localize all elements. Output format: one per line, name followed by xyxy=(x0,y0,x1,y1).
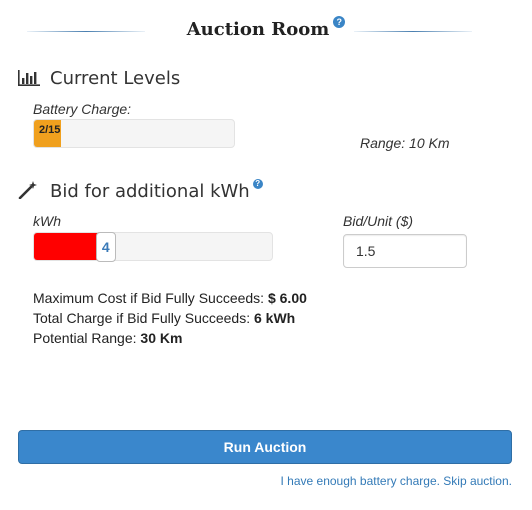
skip-auction-link[interactable]: I have enough battery charge. Skip aucti… xyxy=(281,474,513,488)
battery-charge-bar: 2/15 xyxy=(33,119,235,148)
max-cost-line: Maximum Cost if Bid Fully Succeeds: $ 6.… xyxy=(33,288,307,308)
question-circle-icon[interactable]: ? xyxy=(252,179,263,189)
current-levels-title: Current Levels xyxy=(50,68,181,89)
kwh-slider-handle[interactable]: 4 xyxy=(95,232,116,262)
potential-range-value: 30 Km xyxy=(140,330,183,346)
total-charge-label: Total Charge if Bid Fully Succeeds: xyxy=(33,310,254,326)
header-divider-right xyxy=(354,31,472,32)
kwh-label: kWh xyxy=(33,213,61,229)
run-auction-button[interactable]: Run Auction xyxy=(18,430,512,464)
bid-unit-label: Bid/Unit ($) xyxy=(343,213,414,229)
bid-heading: Bid for additional kWh? xyxy=(18,179,263,204)
bid-title: Bid for additional kWh xyxy=(50,181,250,202)
max-cost-label: Maximum Cost if Bid Fully Succeeds: xyxy=(33,290,268,306)
battery-charge-label: Battery Charge: xyxy=(33,101,132,117)
potential-range-label: Potential Range: xyxy=(33,330,141,346)
battery-charge-text: 2/15 xyxy=(39,124,61,136)
bar-chart-icon xyxy=(18,70,40,91)
page-title: Auction Room? xyxy=(0,16,532,40)
kwh-slider-fill xyxy=(34,233,99,260)
potential-range-line: Potential Range: 30 Km xyxy=(33,328,182,348)
kwh-slider-track[interactable] xyxy=(33,232,273,261)
current-levels-heading: Current Levels xyxy=(18,68,180,91)
question-circle-icon[interactable]: ? xyxy=(333,16,346,28)
total-charge-value: 6 kWh xyxy=(254,310,296,326)
total-charge-line: Total Charge if Bid Fully Succeeds: 6 kW… xyxy=(33,308,295,328)
range-text: Range: 10 Km xyxy=(360,135,450,151)
header: Auction Room? xyxy=(0,14,532,54)
page-title-text: Auction Room xyxy=(186,19,330,40)
bid-unit-input[interactable] xyxy=(343,234,467,268)
magic-wand-icon xyxy=(18,181,40,204)
max-cost-value: $ 6.00 xyxy=(267,290,307,306)
